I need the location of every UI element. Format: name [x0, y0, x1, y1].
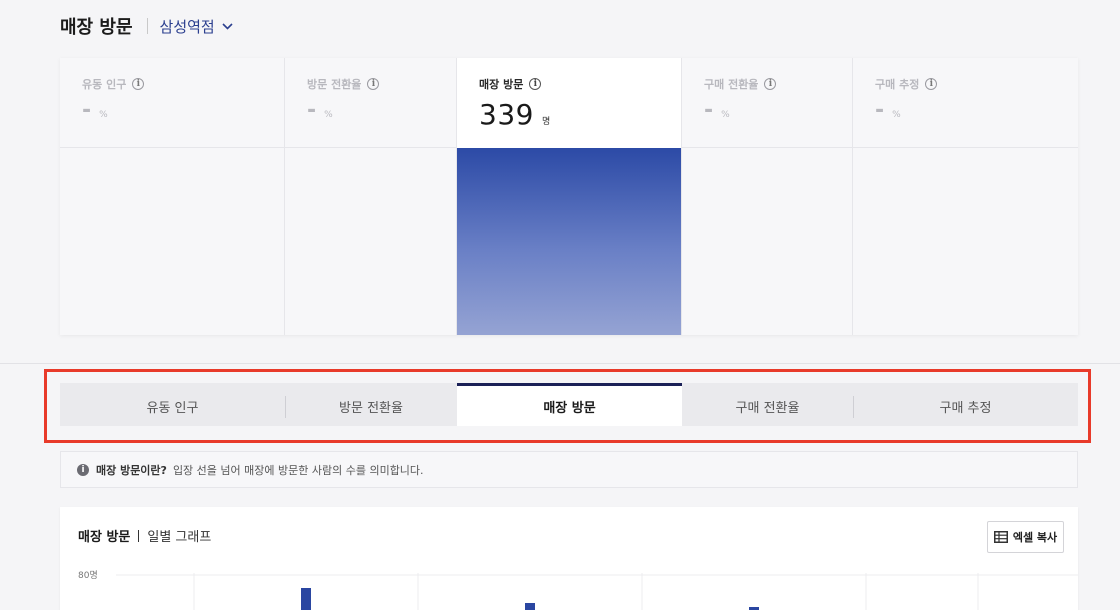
funnel-col-purchase-estimate[interactable]: 구매 추정 i - %	[853, 58, 1078, 335]
info-filled-icon: i	[77, 463, 89, 476]
metric-label-text: 매장 방문	[479, 78, 524, 91]
metric-label: 방문 전환율 i	[307, 76, 456, 92]
metric-label: 구매 추정 i	[875, 76, 1078, 92]
metric-row: - %	[307, 98, 456, 123]
metric-unit: %	[721, 110, 730, 120]
metric-row: - %	[704, 98, 852, 123]
chart-title-row: 매장 방문 일별 그래프	[78, 526, 211, 545]
title-divider	[146, 18, 148, 34]
chart-bar[interactable]	[525, 603, 535, 610]
funnel-chart: 유동 인구 i - % 방문 전환율 i - % 매장 방문 i 339 명 구…	[60, 58, 1078, 335]
metric-row: 339 명	[479, 98, 681, 131]
excel-copy-button[interactable]: 엑셀 복사	[987, 521, 1064, 553]
metric-value: -	[307, 98, 317, 123]
table-icon	[993, 531, 1008, 543]
funnel-head: 방문 전환율 i - %	[285, 58, 456, 148]
y-tick-label: 80명	[78, 570, 98, 581]
chart-bar[interactable]	[301, 588, 311, 610]
page-title: 매장 방문	[60, 17, 133, 38]
metric-value: -	[704, 98, 714, 123]
info-icon[interactable]: i	[925, 78, 938, 90]
metric-label: 매장 방문 i	[479, 76, 681, 92]
vertical-gridlines	[193, 573, 979, 610]
info-icon[interactable]: i	[132, 78, 145, 90]
funnel-head: 구매 추정 i - %	[853, 58, 1078, 148]
funnel-head: 구매 전환율 i - %	[682, 58, 852, 148]
metric-label: 구매 전환율 i	[704, 76, 852, 92]
metric-value: 339	[479, 98, 534, 131]
metric-label-text: 방문 전환율	[307, 78, 362, 91]
metric-unit: %	[324, 110, 333, 120]
metric-unit: %	[99, 110, 108, 120]
tab-purchase-estimate[interactable]: 구매 추정	[853, 386, 1078, 426]
metric-tabs: 유동 인구 방문 전환율 매장 방문 구매 전환율 구매 추정	[60, 383, 1078, 426]
metric-row: - %	[82, 98, 284, 123]
metric-label-text: 구매 전환율	[704, 78, 759, 91]
info-term: 매장 방문이란?	[96, 463, 167, 477]
funnel-col-purchase-conversion[interactable]: 구매 전환율 i - %	[682, 58, 853, 335]
metric-unit: 명	[541, 117, 551, 127]
tab-floating-population[interactable]: 유동 인구	[60, 386, 285, 426]
tab-purchase-conversion[interactable]: 구매 전환율	[682, 386, 853, 426]
metric-value: -	[82, 98, 92, 123]
excel-copy-label: 엑셀 복사	[1012, 531, 1058, 544]
metric-label: 유동 인구 i	[82, 76, 284, 92]
chart-subtitle: 일별 그래프	[147, 530, 212, 545]
info-description: 입장 선을 넘어 매장에 방문한 사람의 수를 의미합니다.	[172, 463, 424, 477]
info-icon[interactable]: i	[529, 78, 542, 90]
chart-title-separator	[138, 529, 140, 542]
daily-chart-card: 매장 방문 일별 그래프 엑셀 복사 80명	[60, 507, 1078, 610]
info-icon[interactable]: i	[367, 78, 380, 90]
tab-visit-conversion[interactable]: 방문 전환율	[285, 386, 457, 426]
daily-bar-chart: 80명	[78, 570, 1078, 610]
metric-label-text: 구매 추정	[875, 78, 920, 91]
info-banner: i 매장 방문이란? 입장 선을 넘어 매장에 방문한 사람의 수를 의미합니다…	[60, 451, 1078, 488]
metric-row: - %	[875, 98, 1078, 123]
store-selector[interactable]: 삼성역점	[160, 16, 233, 37]
funnel-col-visit-conversion[interactable]: 방문 전환율 i - %	[285, 58, 457, 335]
funnel-bar	[457, 148, 681, 335]
funnel-col-floating[interactable]: 유동 인구 i - %	[60, 58, 285, 335]
bars-group	[301, 588, 759, 610]
metric-value: -	[875, 98, 885, 123]
store-name: 삼성역점	[159, 17, 215, 36]
chevron-down-icon	[222, 22, 233, 30]
metric-label-text: 유동 인구	[82, 78, 127, 91]
page-header: 매장 방문 삼성역점	[60, 12, 233, 40]
funnel-head: 매장 방문 i 339 명	[457, 58, 681, 148]
tab-store-visit[interactable]: 매장 방문	[457, 383, 682, 426]
metric-unit: %	[892, 110, 901, 120]
funnel-head: 유동 인구 i - %	[60, 58, 284, 148]
section-divider	[0, 363, 1120, 364]
info-icon[interactable]: i	[764, 78, 777, 90]
funnel-col-store-visit[interactable]: 매장 방문 i 339 명	[457, 58, 682, 335]
chart-title: 매장 방문	[78, 530, 131, 545]
